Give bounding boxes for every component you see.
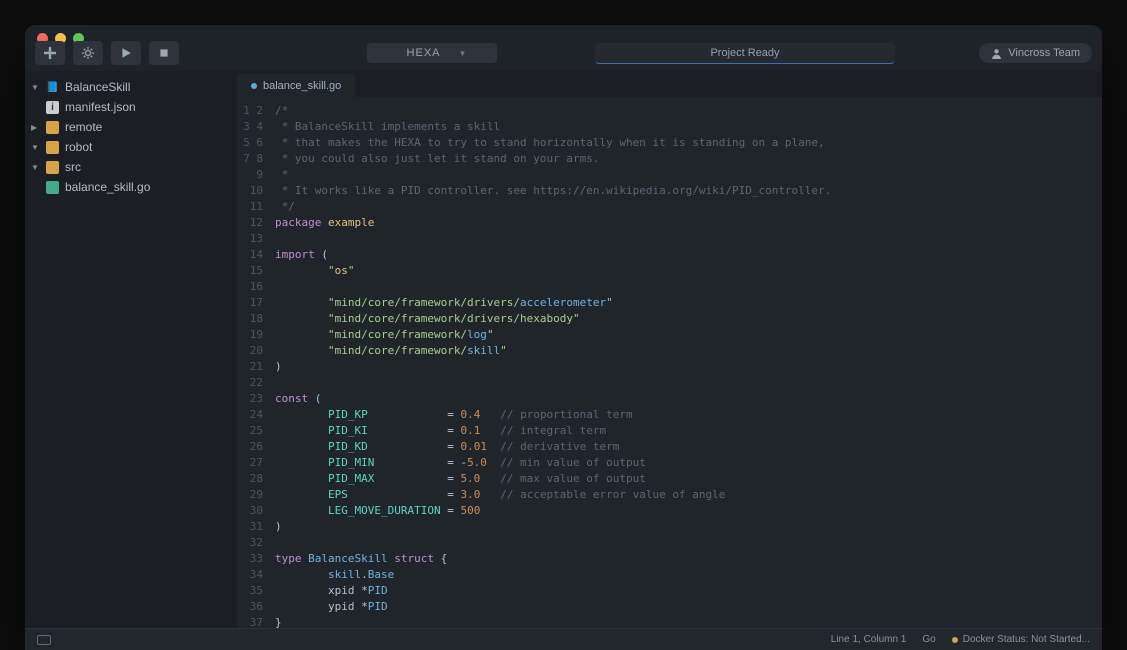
user-label: Vincross Team xyxy=(1008,47,1080,59)
code-area[interactable]: 1 2 3 4 5 6 7 8 9 10 11 12 13 14 15 16 1… xyxy=(237,97,1102,628)
caret-icon: ▼ xyxy=(31,83,40,92)
code-content[interactable]: /* * BalanceSkill implements a skill * t… xyxy=(271,97,1102,628)
panel-toggle[interactable] xyxy=(37,635,51,645)
docker-label: Docker Status: Not Started... xyxy=(963,634,1090,645)
tree-file-go[interactable]: balance_skill.go xyxy=(25,177,237,197)
modified-dot-icon xyxy=(251,83,257,89)
tab-label: balance_skill.go xyxy=(263,80,341,92)
chevron-down-icon: ▼ xyxy=(459,49,468,58)
settings-button[interactable] xyxy=(73,41,103,65)
folder-icon xyxy=(46,161,59,174)
file-tree: ▼ 📘 BalanceSkill i manifest.json ▶ remot… xyxy=(25,77,237,197)
titlebar xyxy=(25,25,1102,35)
project-status: Project Ready xyxy=(595,43,895,64)
tree-label: remote xyxy=(65,120,102,134)
editor: balance_skill.go 1 2 3 4 5 6 7 8 9 10 11… xyxy=(237,71,1102,628)
user-icon xyxy=(991,48,1002,59)
caret-icon: ▼ xyxy=(31,163,40,172)
docker-status[interactable]: Docker Status: Not Started... xyxy=(952,634,1090,645)
sidebar: ▼ 📘 BalanceSkill i manifest.json ▶ remot… xyxy=(25,71,237,628)
tree-label: src xyxy=(65,160,81,174)
folder-icon xyxy=(46,141,59,154)
folder-icon xyxy=(46,121,59,134)
info-icon: i xyxy=(46,101,59,114)
go-file-icon xyxy=(46,181,59,194)
tree-folder-robot[interactable]: ▼ robot xyxy=(25,137,237,157)
line-gutter: 1 2 3 4 5 6 7 8 9 10 11 12 13 14 15 16 1… xyxy=(237,97,271,628)
device-label: HEXA xyxy=(407,47,441,59)
tree-label: robot xyxy=(65,140,92,154)
status-dot-icon xyxy=(952,637,958,643)
app-window: HEXA ▼ Project Ready Vincross Team ▼ 📘 B… xyxy=(25,25,1102,650)
tree-folder-src[interactable]: ▼ src xyxy=(25,157,237,177)
tree-label: BalanceSkill xyxy=(65,80,130,94)
status-bar: Line 1, Column 1 Go Docker Status: Not S… xyxy=(25,628,1102,650)
cursor-position[interactable]: Line 1, Column 1 xyxy=(831,634,907,645)
editor-tabs: balance_skill.go xyxy=(237,71,1102,97)
tree-label: balance_skill.go xyxy=(65,180,150,194)
user-button[interactable]: Vincross Team xyxy=(979,43,1092,63)
device-select[interactable]: HEXA ▼ xyxy=(367,43,497,63)
editor-tab-active[interactable]: balance_skill.go xyxy=(237,74,355,97)
project-icon: 📘 xyxy=(46,81,59,94)
tree-file-manifest[interactable]: i manifest.json xyxy=(25,97,237,117)
language-mode[interactable]: Go xyxy=(922,634,935,645)
tree-label: manifest.json xyxy=(65,100,136,114)
add-button[interactable] xyxy=(35,41,65,65)
stop-button[interactable] xyxy=(149,41,179,65)
tree-folder-remote[interactable]: ▶ remote xyxy=(25,117,237,137)
tree-project-root[interactable]: ▼ 📘 BalanceSkill xyxy=(25,77,237,97)
panel-icon xyxy=(37,635,51,645)
toolbar: HEXA ▼ Project Ready Vincross Team xyxy=(25,35,1102,71)
run-button[interactable] xyxy=(111,41,141,65)
body: ▼ 📘 BalanceSkill i manifest.json ▶ remot… xyxy=(25,71,1102,628)
caret-icon: ▼ xyxy=(31,143,40,152)
caret-icon: ▶ xyxy=(31,123,40,132)
